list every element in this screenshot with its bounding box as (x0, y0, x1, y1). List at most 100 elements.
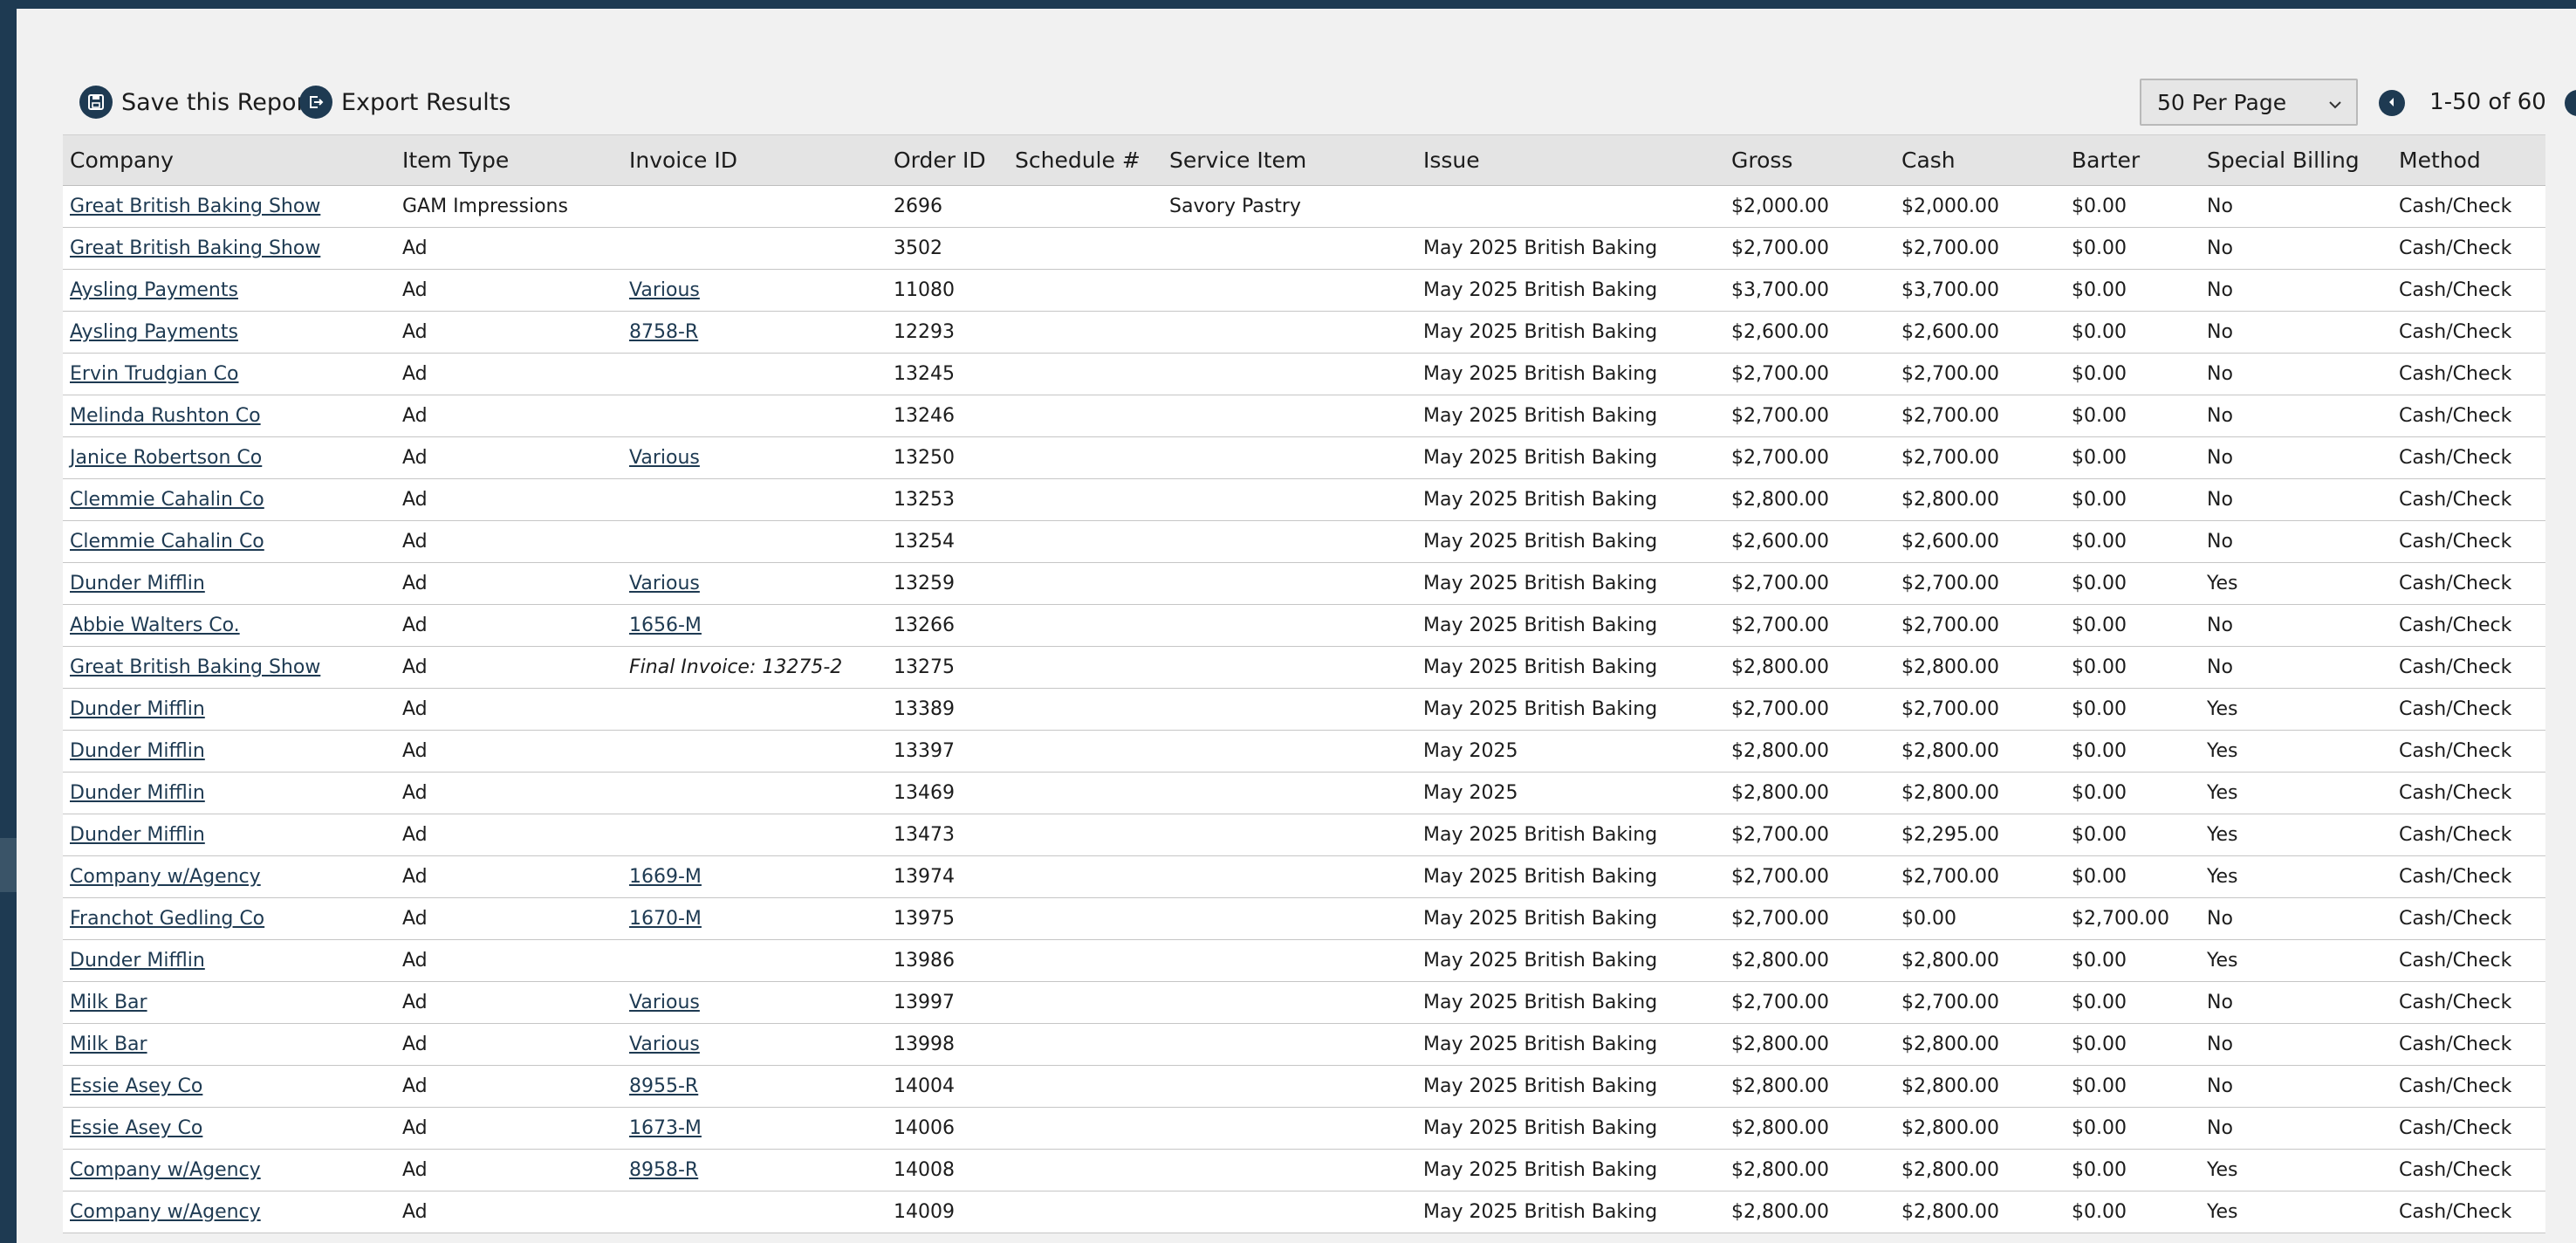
cell-method: Cash/Check (2392, 730, 2545, 773)
company-link[interactable]: Great British Baking Show (70, 196, 320, 217)
table-row: Dunder Mifflin Ad 13473 May 2025 British Ba… (63, 814, 2545, 856)
cell-issue: May 2025 British Baking (1416, 939, 1724, 982)
cell-order: 13469 (887, 772, 1008, 814)
invoice-link[interactable]: 1670-M (629, 908, 702, 930)
company-link[interactable]: Company w/Agency (70, 1159, 261, 1181)
left-sidebar-edge (0, 9, 17, 1243)
cell-invoice (622, 478, 887, 521)
company-link[interactable]: Great British Baking Show (70, 656, 320, 678)
cell-gross: $2,800.00 (1724, 1191, 1894, 1233)
cell-schedule (1008, 646, 1162, 689)
company-link[interactable]: Aysling Payments (70, 321, 238, 343)
invoice-link[interactable]: Various (629, 447, 700, 469)
table-row: Aysling Payments Ad 8758-R 12293 May 2025 Br… (63, 311, 2545, 354)
company-link[interactable]: Clemmie Cahalin Co (70, 531, 264, 553)
prev-page-button[interactable] (2379, 90, 2405, 116)
invoice-link[interactable]: 1656-M (629, 615, 702, 636)
export-results-label: Export Results (341, 88, 511, 116)
company-link[interactable]: Milk Bar (70, 1034, 147, 1055)
company-link[interactable]: Milk Bar (70, 992, 147, 1013)
company-link[interactable]: Clemmie Cahalin Co (70, 489, 264, 511)
table-row: Dunder Mifflin Ad 13397 May 2025 $2,800.00 $2… (63, 730, 2545, 773)
cell-item-type: Ad (395, 1065, 622, 1108)
export-results-button[interactable]: Export Results (299, 86, 510, 119)
company-link[interactable]: Dunder Mifflin (70, 782, 205, 804)
company-link[interactable]: Abbie Walters Co. (70, 615, 240, 636)
column-header[interactable]: Invoice ID (622, 134, 887, 186)
cell-method: Cash/Check (2392, 395, 2545, 437)
chevron-left-icon (2386, 95, 2398, 112)
cell-order: 13275 (887, 646, 1008, 689)
invoice-link[interactable]: 8958-R (629, 1159, 698, 1181)
cell-service (1162, 604, 1416, 647)
column-header[interactable]: Special Billing (2200, 134, 2392, 186)
cell-item-type: Ad (395, 1149, 622, 1191)
column-header[interactable]: Cash (1894, 134, 2065, 186)
cell-issue: May 2025 (1416, 730, 1724, 773)
save-report-button[interactable]: Save this Report (79, 86, 315, 119)
company-link[interactable]: Essie Asey Co (70, 1075, 202, 1097)
company-link[interactable]: Essie Asey Co (70, 1117, 202, 1139)
cell-gross: $2,800.00 (1724, 730, 1894, 773)
report-toolbar: Save this Report Export Results 50 Per P… (62, 70, 2576, 134)
column-header[interactable]: Order ID (887, 134, 1008, 186)
save-report-label: Save this Report (121, 88, 316, 116)
next-page-button[interactable] (2565, 90, 2576, 116)
table-row: Milk Bar Ad Various 13998 May 2025 British B… (63, 1023, 2545, 1066)
cell-special: Yes (2200, 562, 2392, 605)
company-link[interactable]: Company w/Agency (70, 1201, 261, 1223)
column-header[interactable]: Issue (1416, 134, 1724, 186)
column-header[interactable]: Item Type (395, 134, 622, 186)
cell-barter: $0.00 (2065, 269, 2200, 312)
cell-special: No (2200, 395, 2392, 437)
sidebar-toggle-handle[interactable] (0, 838, 17, 892)
column-header[interactable]: Method (2392, 134, 2545, 186)
cell-barter: $0.00 (2065, 1107, 2200, 1150)
column-header[interactable]: Gross (1724, 134, 1894, 186)
cell-invoice (622, 520, 887, 563)
company-link[interactable]: Dunder Mifflin (70, 950, 205, 972)
cell-method: Cash/Check (2392, 646, 2545, 689)
invoice-link[interactable]: Various (629, 1034, 700, 1055)
cell-schedule (1008, 520, 1162, 563)
cell-special: Yes (2200, 730, 2392, 773)
column-header[interactable]: Barter (2065, 134, 2200, 186)
invoice-link[interactable]: 8955-R (629, 1075, 698, 1097)
cell-service (1162, 311, 1416, 354)
invoice-link[interactable]: Various (629, 573, 700, 594)
column-header[interactable]: Company (63, 134, 395, 186)
cell-method: Cash/Check (2392, 1065, 2545, 1108)
company-link[interactable]: Dunder Mifflin (70, 824, 205, 846)
cell-special: No (2200, 981, 2392, 1024)
company-link[interactable]: Dunder Mifflin (70, 573, 205, 594)
invoice-link[interactable]: Various (629, 279, 700, 301)
column-header[interactable]: Service Item (1162, 134, 1416, 186)
cell-invoice: 1669-M (622, 855, 887, 898)
cell-method: Cash/Check (2392, 562, 2545, 605)
company-link[interactable]: Ervin Trudgian Co (70, 363, 239, 385)
table-row: Great British Baking Show Ad 3502 May 2025 … (63, 227, 2545, 270)
invoice-link[interactable]: 1673-M (629, 1117, 702, 1139)
company-link[interactable]: Franchot Gedling Co (70, 908, 264, 930)
chevron-down-icon (2326, 93, 2344, 119)
cell-gross: $2,800.00 (1724, 1065, 1894, 1108)
company-link[interactable]: Melinda Rushton Co (70, 405, 261, 427)
invoice-link[interactable]: 1669-M (629, 866, 702, 888)
company-link[interactable]: Dunder Mifflin (70, 740, 205, 762)
cell-service (1162, 939, 1416, 982)
cell-item-type: Ad (395, 353, 622, 395)
company-link[interactable]: Dunder Mifflin (70, 698, 205, 720)
cell-schedule (1008, 897, 1162, 940)
cell-schedule (1008, 269, 1162, 312)
company-link[interactable]: Janice Robertson Co (70, 447, 262, 469)
column-header[interactable]: Schedule # (1008, 134, 1162, 186)
invoice-link[interactable]: Various (629, 992, 700, 1013)
per-page-select[interactable]: 50 Per Page (2140, 79, 2358, 126)
invoice-link[interactable]: 8758-R (629, 321, 698, 343)
company-link[interactable]: Company w/Agency (70, 866, 261, 888)
cell-invoice: 1670-M (622, 897, 887, 940)
company-link[interactable]: Great British Baking Show (70, 237, 320, 259)
cell-item-type: Ad (395, 562, 622, 605)
cell-method: Cash/Check (2392, 814, 2545, 856)
company-link[interactable]: Aysling Payments (70, 279, 238, 301)
